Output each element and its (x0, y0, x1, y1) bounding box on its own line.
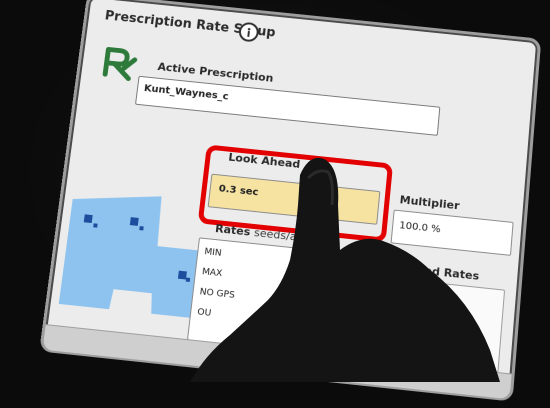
rate-row-no-gps: NO GPS (199, 287, 236, 301)
rates-list: MIN MAX NO GPS OU (186, 237, 372, 359)
multiplier-value: 100.0 % (398, 220, 442, 236)
multiplied-rates-list (369, 276, 506, 374)
active-prescription-field[interactable]: Kunt_Waynes_c (134, 75, 441, 136)
rate-row-max: MAX (201, 267, 223, 280)
info-icon[interactable] (237, 21, 260, 43)
rates-title: Rates (214, 222, 252, 239)
display-screen: Prescription Rate Setup Active Prescript… (39, 0, 546, 408)
prescription-rate-setup-panel: Prescription Rate Setup Active Prescript… (39, 0, 542, 402)
multiplier-label: Multiplier (399, 193, 461, 213)
rate-row-out: OU (196, 307, 212, 319)
active-prescription-value: Kunt_Waynes_c (143, 83, 230, 103)
multiplier-field[interactable]: 100.0 % (390, 209, 514, 256)
rate-row-min: MIN (203, 247, 223, 259)
rx-icon (100, 45, 140, 83)
